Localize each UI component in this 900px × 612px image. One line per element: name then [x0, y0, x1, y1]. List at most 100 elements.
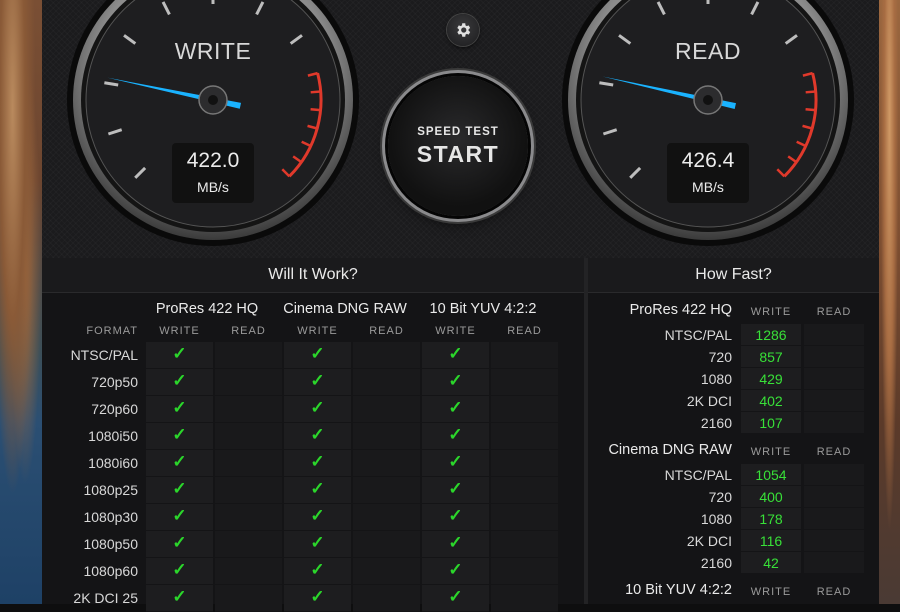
read-cell [804, 412, 864, 434]
codec-header: ProRes 422 HQ [629, 302, 732, 318]
start-button-caption: SPEED TEST [417, 126, 499, 138]
read-column-label: READ [369, 325, 404, 337]
format-label: 1080i60 [88, 455, 138, 471]
read-column-label: READ [816, 306, 852, 318]
read-cell [215, 423, 282, 450]
read-cell [353, 423, 420, 450]
read-cell [215, 450, 282, 477]
checkmark-icon: ✓ [172, 398, 187, 417]
settings-button[interactable] [447, 14, 479, 46]
format-label: 2K DCI [686, 393, 732, 409]
gauge-hub-center [208, 95, 218, 105]
read-cell [491, 585, 558, 612]
gauge-hub-center [703, 95, 713, 105]
read-column-label: READ [816, 446, 852, 458]
codec-header: Cinema DNG RAW [608, 442, 732, 458]
read-speed-unit: MB/s [692, 179, 724, 195]
format-label: 2160 [700, 555, 732, 571]
write-column-label: WRITE [750, 306, 792, 318]
write-speed-value: 402 [759, 393, 783, 409]
checkmark-icon: ✓ [448, 587, 463, 606]
checkmark-icon: ✓ [172, 587, 187, 606]
read-cell [804, 368, 864, 390]
write-speed-value: 116 [759, 533, 783, 549]
read-cell [491, 504, 558, 531]
read-cell [804, 324, 864, 346]
checkmark-icon: ✓ [172, 371, 187, 390]
read-cell [353, 558, 420, 585]
checkmark-icon: ✓ [172, 344, 187, 363]
codec-header: 10 Bit YUV 4:2:2 [429, 301, 537, 317]
checkmark-icon: ✓ [448, 506, 463, 525]
checkmark-icon: ✓ [448, 533, 463, 552]
write-speed-value: 107 [759, 415, 783, 431]
read-value-display: 426.4 MB/s [667, 143, 749, 203]
read-cell [804, 346, 864, 368]
write-speed-value: 1054 [755, 467, 787, 483]
format-column-label: FORMAT [86, 325, 138, 337]
format-label: 1080 [700, 371, 732, 387]
format-label: 1080p50 [83, 536, 138, 552]
checkmark-icon: ✓ [172, 560, 187, 579]
gear-icon [457, 23, 471, 37]
read-cell [491, 450, 558, 477]
read-cell [491, 423, 558, 450]
format-label: NTSC/PAL [664, 327, 732, 343]
desktop-wallpaper-right [879, 0, 900, 604]
checkmark-icon: ✓ [310, 560, 325, 579]
codec-header: Cinema DNG RAW [283, 301, 407, 317]
checkmark-icon: ✓ [448, 344, 463, 363]
read-cell [215, 477, 282, 504]
format-label: NTSC/PAL [70, 347, 138, 363]
checkmark-icon: ✓ [310, 452, 325, 471]
write-value-display: 422.0 MB/s [172, 143, 254, 203]
read-cell [491, 558, 558, 585]
checkmark-icon: ✓ [310, 587, 325, 606]
checkmark-icon: ✓ [310, 398, 325, 417]
read-cell [215, 504, 282, 531]
read-cell [215, 396, 282, 423]
speed-test-start-button[interactable]: SPEED TEST START [388, 76, 528, 216]
write-speed-value: 429 [759, 371, 783, 387]
checkmark-icon: ✓ [448, 479, 463, 498]
read-cell [804, 390, 864, 412]
read-cell [804, 464, 864, 486]
read-cell [215, 558, 282, 585]
read-cell [491, 369, 558, 396]
read-speed-value: 426.4 [681, 149, 735, 172]
write-column-label: WRITE [750, 586, 792, 598]
how-fast-panel: How Fast? ProRes 422 HQ WRITE READ NTSC/PAL… [588, 258, 879, 604]
checkmark-icon: ✓ [448, 371, 463, 390]
desktop-wallpaper-left [0, 0, 42, 604]
write-column-label: WRITE [750, 446, 792, 458]
read-cell [491, 531, 558, 558]
read-cell [804, 508, 864, 530]
format-label: 2160 [700, 415, 732, 431]
format-label: 2K DCI [686, 533, 732, 549]
write-speed-value: 1286 [755, 327, 787, 343]
gauge-redline-tick [805, 90, 816, 94]
checkmark-icon: ✓ [310, 344, 325, 363]
write-speed-value: 400 [759, 489, 783, 505]
read-cell [491, 396, 558, 423]
checkmark-icon: ✓ [448, 425, 463, 444]
format-label: 1080p60 [83, 563, 138, 579]
checkmark-icon: ✓ [310, 506, 325, 525]
will-it-work-panel: Will It Work? ProRes 422 HQ WRITE READ Cine… [42, 258, 584, 612]
gauge-panel: WRITE 422.0 MB/s READ 426.4 MB/s SPEED T… [42, 0, 879, 258]
write-gauge-title: WRITE [174, 38, 252, 64]
format-label: 720p50 [91, 374, 138, 390]
read-cell [804, 530, 864, 552]
checkmark-icon: ✓ [310, 425, 325, 444]
checkmark-icon: ✓ [172, 479, 187, 498]
format-label: 1080p25 [83, 482, 138, 498]
write-column-label: WRITE [297, 325, 338, 337]
gauge-redline-tick [805, 107, 816, 112]
codec-header: 10 Bit YUV 4:2:2 [625, 582, 732, 598]
disk-speed-test-window: WRITE 422.0 MB/s READ 426.4 MB/s SPEED T… [42, 0, 879, 612]
read-cell [491, 477, 558, 504]
read-cell [215, 531, 282, 558]
read-cell [215, 342, 282, 369]
write-column-label: WRITE [159, 325, 200, 337]
checkmark-icon: ✓ [172, 452, 187, 471]
